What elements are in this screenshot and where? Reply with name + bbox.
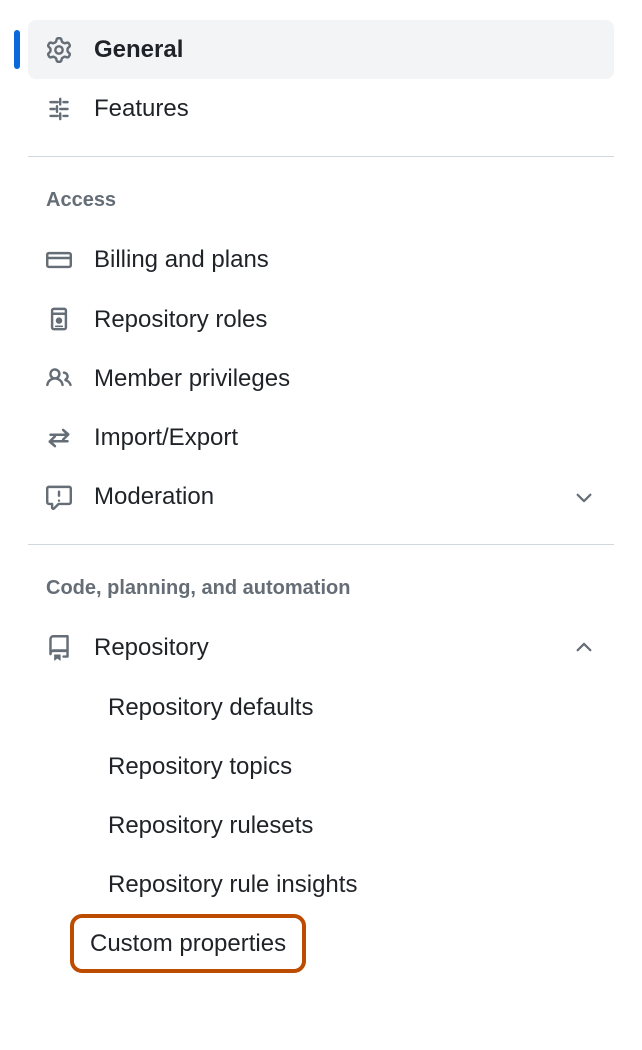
sidebar-item-label: Repository <box>94 632 209 663</box>
sidebar-item-label: Billing and plans <box>94 244 269 275</box>
divider <box>28 156 614 157</box>
sub-item-repository-defaults[interactable]: Repository defaults <box>90 678 614 737</box>
sliders-icon <box>46 96 72 122</box>
arrow-switch-icon <box>46 425 72 451</box>
section-header-code: Code, planning, and automation <box>28 573 614 618</box>
sidebar-item-import-export[interactable]: Import/Export <box>28 408 614 467</box>
credit-card-icon <box>46 247 72 273</box>
chevron-down-icon <box>572 485 596 509</box>
sub-item-label: Repository rulesets <box>108 812 313 839</box>
sidebar-item-label: Repository roles <box>94 304 267 335</box>
sidebar-item-moderation[interactable]: Moderation <box>28 467 614 526</box>
sidebar-item-label: Features <box>94 93 189 124</box>
sidebar-item-billing[interactable]: Billing and plans <box>28 230 614 289</box>
sub-item-label: Repository defaults <box>108 694 313 721</box>
section-header-access: Access <box>28 185 614 230</box>
sidebar-item-label: Member privileges <box>94 363 290 394</box>
sub-item-repository-topics[interactable]: Repository topics <box>90 737 614 796</box>
sub-item-label: Repository rule insights <box>108 871 357 898</box>
chevron-up-icon <box>572 636 596 660</box>
sub-item-custom-properties[interactable]: Custom properties <box>70 914 306 973</box>
sidebar-item-features[interactable]: Features <box>28 79 614 138</box>
repository-sublist: Repository defaults Repository topics Re… <box>28 678 614 974</box>
divider <box>28 544 614 545</box>
sidebar-item-general[interactable]: General <box>28 20 614 79</box>
active-indicator <box>14 30 20 69</box>
sub-item-repository-rule-insights[interactable]: Repository rule insights <box>90 855 614 914</box>
sidebar-item-member-privileges[interactable]: Member privileges <box>28 349 614 408</box>
sidebar-item-repository-roles[interactable]: Repository roles <box>28 290 614 349</box>
sub-item-label: Repository topics <box>108 753 292 780</box>
sub-item-repository-rulesets[interactable]: Repository rulesets <box>90 796 614 855</box>
people-icon <box>46 365 72 391</box>
id-badge-icon <box>46 306 72 332</box>
report-icon <box>46 484 72 510</box>
settings-sidebar: General Features Access Billing and plan… <box>0 0 642 1013</box>
sidebar-item-repository[interactable]: Repository <box>28 618 614 677</box>
repo-icon <box>46 635 72 661</box>
sidebar-item-label: Import/Export <box>94 422 238 453</box>
sub-item-label: Custom properties <box>90 930 286 957</box>
sidebar-item-label: Moderation <box>94 481 214 512</box>
sidebar-item-label: General <box>94 34 183 65</box>
gear-icon <box>46 37 72 63</box>
